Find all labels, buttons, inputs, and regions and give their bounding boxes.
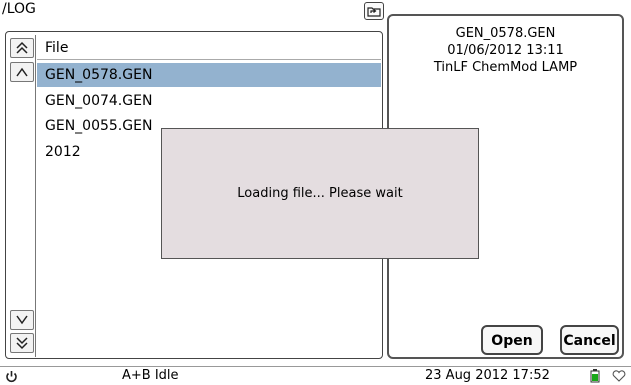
status-bar: A+B Idle 23 Aug 2012 17:52 <box>0 366 631 385</box>
info-description: TinLF ChemMod LAMP <box>433 60 578 75</box>
loading-dialog: Loading file... Please wait <box>161 128 479 259</box>
scrollbar[interactable] <box>9 35 36 357</box>
info-date: 01/06/2012 13:11 <box>447 43 564 58</box>
file-row[interactable]: GEN_0074.GEN <box>37 89 381 113</box>
path-label: /LOG <box>2 1 36 17</box>
info-filename: GEN_0578.GEN <box>455 26 556 41</box>
file-column-header: File <box>37 36 381 60</box>
scroll-top-button[interactable] <box>10 38 34 58</box>
folder-up-icon <box>367 7 381 17</box>
cancel-button[interactable]: Cancel <box>560 325 619 355</box>
status-state: A+B Idle <box>122 368 179 383</box>
heart-icon <box>612 370 626 382</box>
double-chevron-up-icon <box>16 41 28 54</box>
power-icon[interactable] <box>5 370 18 383</box>
scroll-down-button[interactable] <box>10 310 34 330</box>
file-row-selected[interactable]: GEN_0578.GEN <box>37 63 381 87</box>
status-datetime: 23 Aug 2012 17:52 <box>425 368 550 383</box>
chevron-up-icon <box>16 67 28 77</box>
open-button[interactable]: Open <box>481 325 543 355</box>
folder-up-button[interactable] <box>364 2 384 20</box>
scroll-up-button[interactable] <box>10 62 34 82</box>
scroll-bottom-button[interactable] <box>10 333 34 353</box>
loading-message: Loading file... Please wait <box>237 186 403 201</box>
chevron-down-icon <box>16 315 28 325</box>
double-chevron-down-icon <box>16 337 28 350</box>
battery-icon <box>590 369 600 383</box>
